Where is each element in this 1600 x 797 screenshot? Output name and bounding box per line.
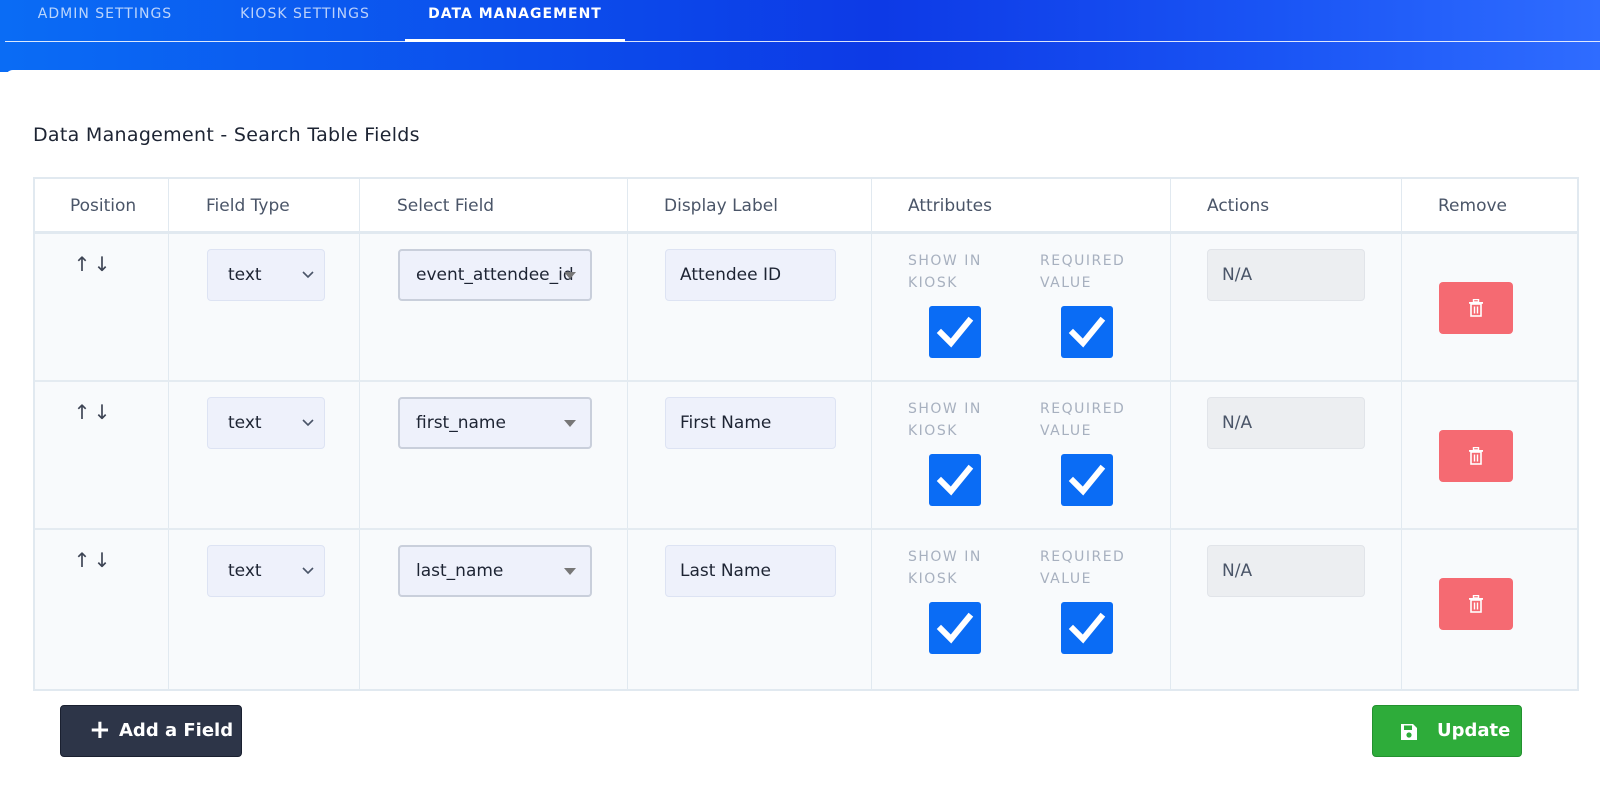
column-header-remove: Remove — [1438, 196, 1507, 216]
show-in-kiosk-checkbox[interactable] — [929, 306, 981, 358]
table-row: ↑ ↓ text event_attendee_id Attendee ID SH… — [35, 234, 1577, 382]
select-field-value: event_attendee_id — [416, 265, 574, 285]
arrow-up-icon[interactable]: ↑ — [71, 400, 91, 424]
column-header-field-type: Field Type — [206, 196, 290, 216]
fields-table: Position Field Type Select Field Display… — [33, 177, 1579, 691]
update-button[interactable]: Update — [1372, 705, 1522, 757]
save-icon — [1401, 724, 1417, 740]
checkmark-icon — [1068, 316, 1106, 348]
action-field: N/A — [1207, 397, 1365, 449]
column-header-select-field: Select Field — [397, 196, 495, 216]
table-header: Position Field Type Select Field Display… — [35, 179, 1577, 234]
action-field: N/A — [1207, 249, 1365, 301]
select-field-dropdown[interactable]: event_attendee_id — [398, 249, 592, 301]
remove-row-button[interactable] — [1439, 430, 1513, 482]
select-field-dropdown[interactable]: last_name — [398, 545, 592, 597]
show-in-kiosk-checkbox[interactable] — [929, 602, 981, 654]
arrow-up-icon[interactable]: ↑ — [71, 252, 91, 276]
plus-icon: + — [89, 715, 111, 745]
trash-icon — [1469, 447, 1483, 465]
caret-down-icon — [564, 568, 576, 575]
display-label-input[interactable]: Attendee ID — [665, 249, 836, 301]
tab-kiosk-settings[interactable]: KIOSK SETTINGS — [226, 0, 384, 40]
field-type-select[interactable]: text — [207, 397, 325, 449]
required-value-checkbox[interactable] — [1061, 454, 1113, 506]
action-field: N/A — [1207, 545, 1365, 597]
tab-strip: ADMIN SETTINGS KIOSK SETTINGS DATA MANAG… — [0, 0, 1600, 42]
checkmark-icon — [936, 316, 974, 348]
field-type-value: text — [228, 413, 262, 433]
column-header-actions: Actions — [1207, 196, 1270, 216]
required-value-checkbox[interactable] — [1061, 306, 1113, 358]
show-in-kiosk-label: SHOW IN KIOSK — [908, 253, 982, 291]
checkmark-icon — [936, 612, 974, 644]
arrow-down-icon[interactable]: ↓ — [91, 252, 111, 276]
show-in-kiosk-label: SHOW IN KIOSK — [908, 549, 982, 587]
reorder-controls: ↑ ↓ — [71, 400, 111, 424]
caret-down-icon — [564, 272, 576, 279]
display-label-input[interactable]: First Name — [665, 397, 836, 449]
required-value-label: REQUIRED VALUE — [1040, 401, 1126, 439]
section-title: Data Management - Search Table Fields — [33, 124, 420, 146]
required-value-checkbox[interactable] — [1061, 602, 1113, 654]
show-in-kiosk-label: SHOW IN KIOSK — [908, 401, 982, 439]
show-in-kiosk-checkbox[interactable] — [929, 454, 981, 506]
column-header-attributes: Attributes — [908, 196, 992, 216]
tab-admin-settings[interactable]: ADMIN SETTINGS — [24, 0, 186, 40]
arrow-up-icon[interactable]: ↑ — [71, 548, 91, 572]
add-field-button[interactable]: + Add a Field — [60, 705, 242, 757]
column-header-display-label: Display Label — [664, 196, 778, 216]
field-type-value: text — [228, 561, 262, 581]
checkmark-icon — [1068, 464, 1106, 496]
caret-down-icon — [564, 420, 576, 427]
tab-data-management[interactable]: DATA MANAGEMENT — [405, 0, 625, 42]
select-field-value: last_name — [416, 561, 504, 581]
checkmark-icon — [1068, 612, 1106, 644]
field-type-select[interactable]: text — [207, 545, 325, 597]
reorder-controls: ↑ ↓ — [71, 548, 111, 572]
add-field-label: Add a Field — [119, 720, 234, 741]
chevron-down-icon — [302, 398, 314, 469]
field-type-select[interactable]: text — [207, 249, 325, 301]
update-label: Update — [1437, 720, 1511, 741]
top-navigation-bar: ADMIN SETTINGS KIOSK SETTINGS DATA MANAG… — [0, 0, 1600, 72]
tab-divider — [5, 41, 1600, 42]
select-field-dropdown[interactable]: first_name — [398, 397, 592, 449]
required-value-label: REQUIRED VALUE — [1040, 253, 1126, 291]
column-header-position: Position — [70, 196, 137, 216]
remove-row-button[interactable] — [1439, 578, 1513, 630]
trash-icon — [1469, 595, 1483, 613]
required-value-label: REQUIRED VALUE — [1040, 549, 1126, 587]
arrow-down-icon[interactable]: ↓ — [91, 400, 111, 424]
field-type-value: text — [228, 265, 262, 285]
display-label-input[interactable]: Last Name — [665, 545, 836, 597]
chevron-down-icon — [302, 250, 314, 321]
table-row: ↑ ↓ text last_name Last Name SHOW IN KIOS… — [35, 530, 1577, 678]
table-row: ↑ ↓ text first_name First Name SHOW IN KI… — [35, 382, 1577, 530]
remove-row-button[interactable] — [1439, 282, 1513, 334]
trash-icon — [1469, 299, 1483, 317]
reorder-controls: ↑ ↓ — [71, 252, 111, 276]
arrow-down-icon[interactable]: ↓ — [91, 548, 111, 572]
chevron-down-icon — [302, 546, 314, 617]
select-field-value: first_name — [416, 413, 506, 433]
checkmark-icon — [936, 464, 974, 496]
